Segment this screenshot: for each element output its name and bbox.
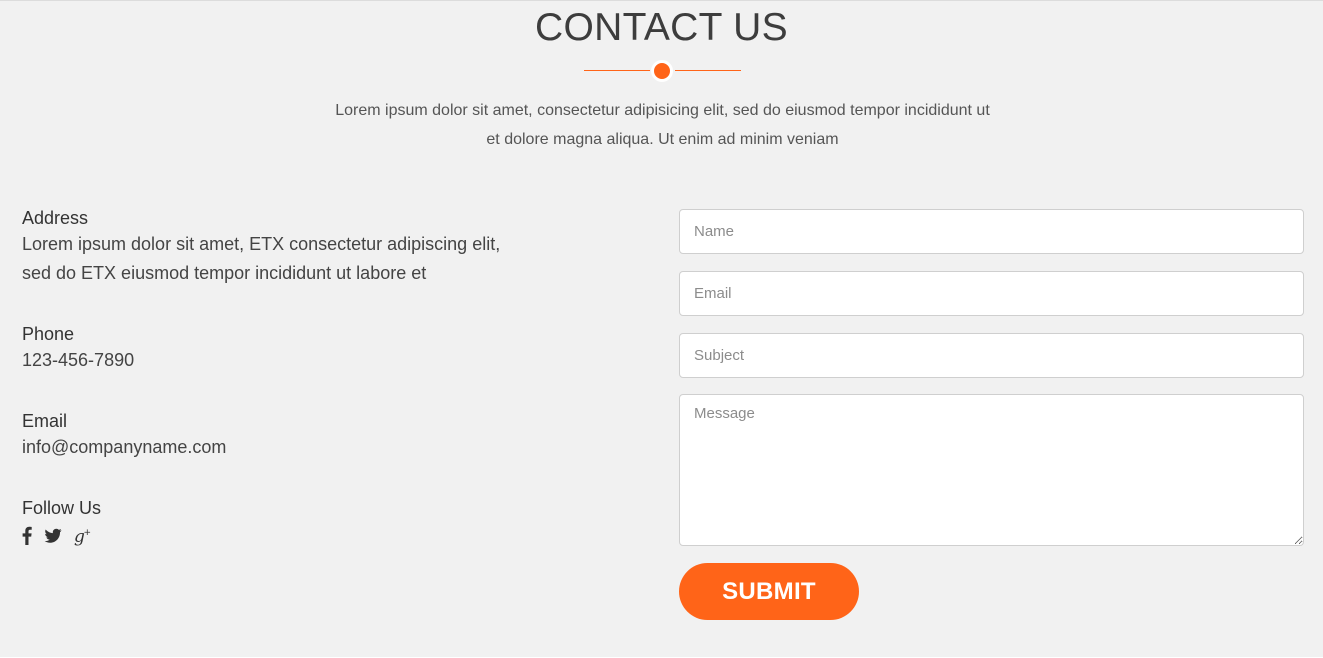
follow-block: Follow Us g + [22, 496, 542, 547]
follow-label: Follow Us [22, 498, 102, 518]
address-line-2: sed do ETX eiusmod tempor incididunt ut … [22, 263, 427, 283]
divider-dot [651, 60, 673, 82]
address-label: Address [22, 208, 89, 228]
intro-line-1: Lorem ipsum dolor sit amet, consectetur … [335, 102, 990, 119]
section-intro: Lorem ipsum dolor sit amet, consectetur … [280, 96, 1045, 154]
address-block: Address Lorem ipsum dolor sit amet, ETX … [22, 206, 542, 288]
subject-input[interactable] [679, 333, 1304, 378]
intro-line-2: et dolore magna aliqua. Ut enim ad minim… [486, 131, 839, 148]
divider-line-left [584, 70, 650, 71]
divider-line-right [675, 70, 741, 71]
name-input[interactable] [679, 209, 1304, 254]
section-title: CONTACT US [535, 6, 788, 49]
submit-button[interactable]: SUBMIT [679, 563, 859, 620]
email-value: info@companyname.com [22, 437, 227, 457]
address-text: Lorem ipsum dolor sit amet, ETX consecte… [22, 230, 542, 288]
email-label: Email [22, 411, 68, 431]
twitter-icon[interactable] [44, 526, 62, 546]
email-block: Email info@companyname.com [22, 409, 542, 462]
address-line-1: Lorem ipsum dolor sit amet, ETX consecte… [22, 234, 501, 254]
phone-label: Phone [22, 324, 75, 344]
message-textarea[interactable] [679, 394, 1304, 546]
phone-block: Phone 123-456-7890 [22, 322, 542, 375]
google-plus-icon[interactable]: g + [74, 526, 92, 547]
top-border [0, 0, 1323, 1]
svg-text:+: + [84, 528, 92, 538]
facebook-icon[interactable] [22, 526, 32, 546]
phone-value: 123-456-7890 [22, 350, 135, 370]
email-input[interactable] [679, 271, 1304, 316]
social-links: g + [22, 526, 542, 547]
title-divider [584, 59, 741, 83]
